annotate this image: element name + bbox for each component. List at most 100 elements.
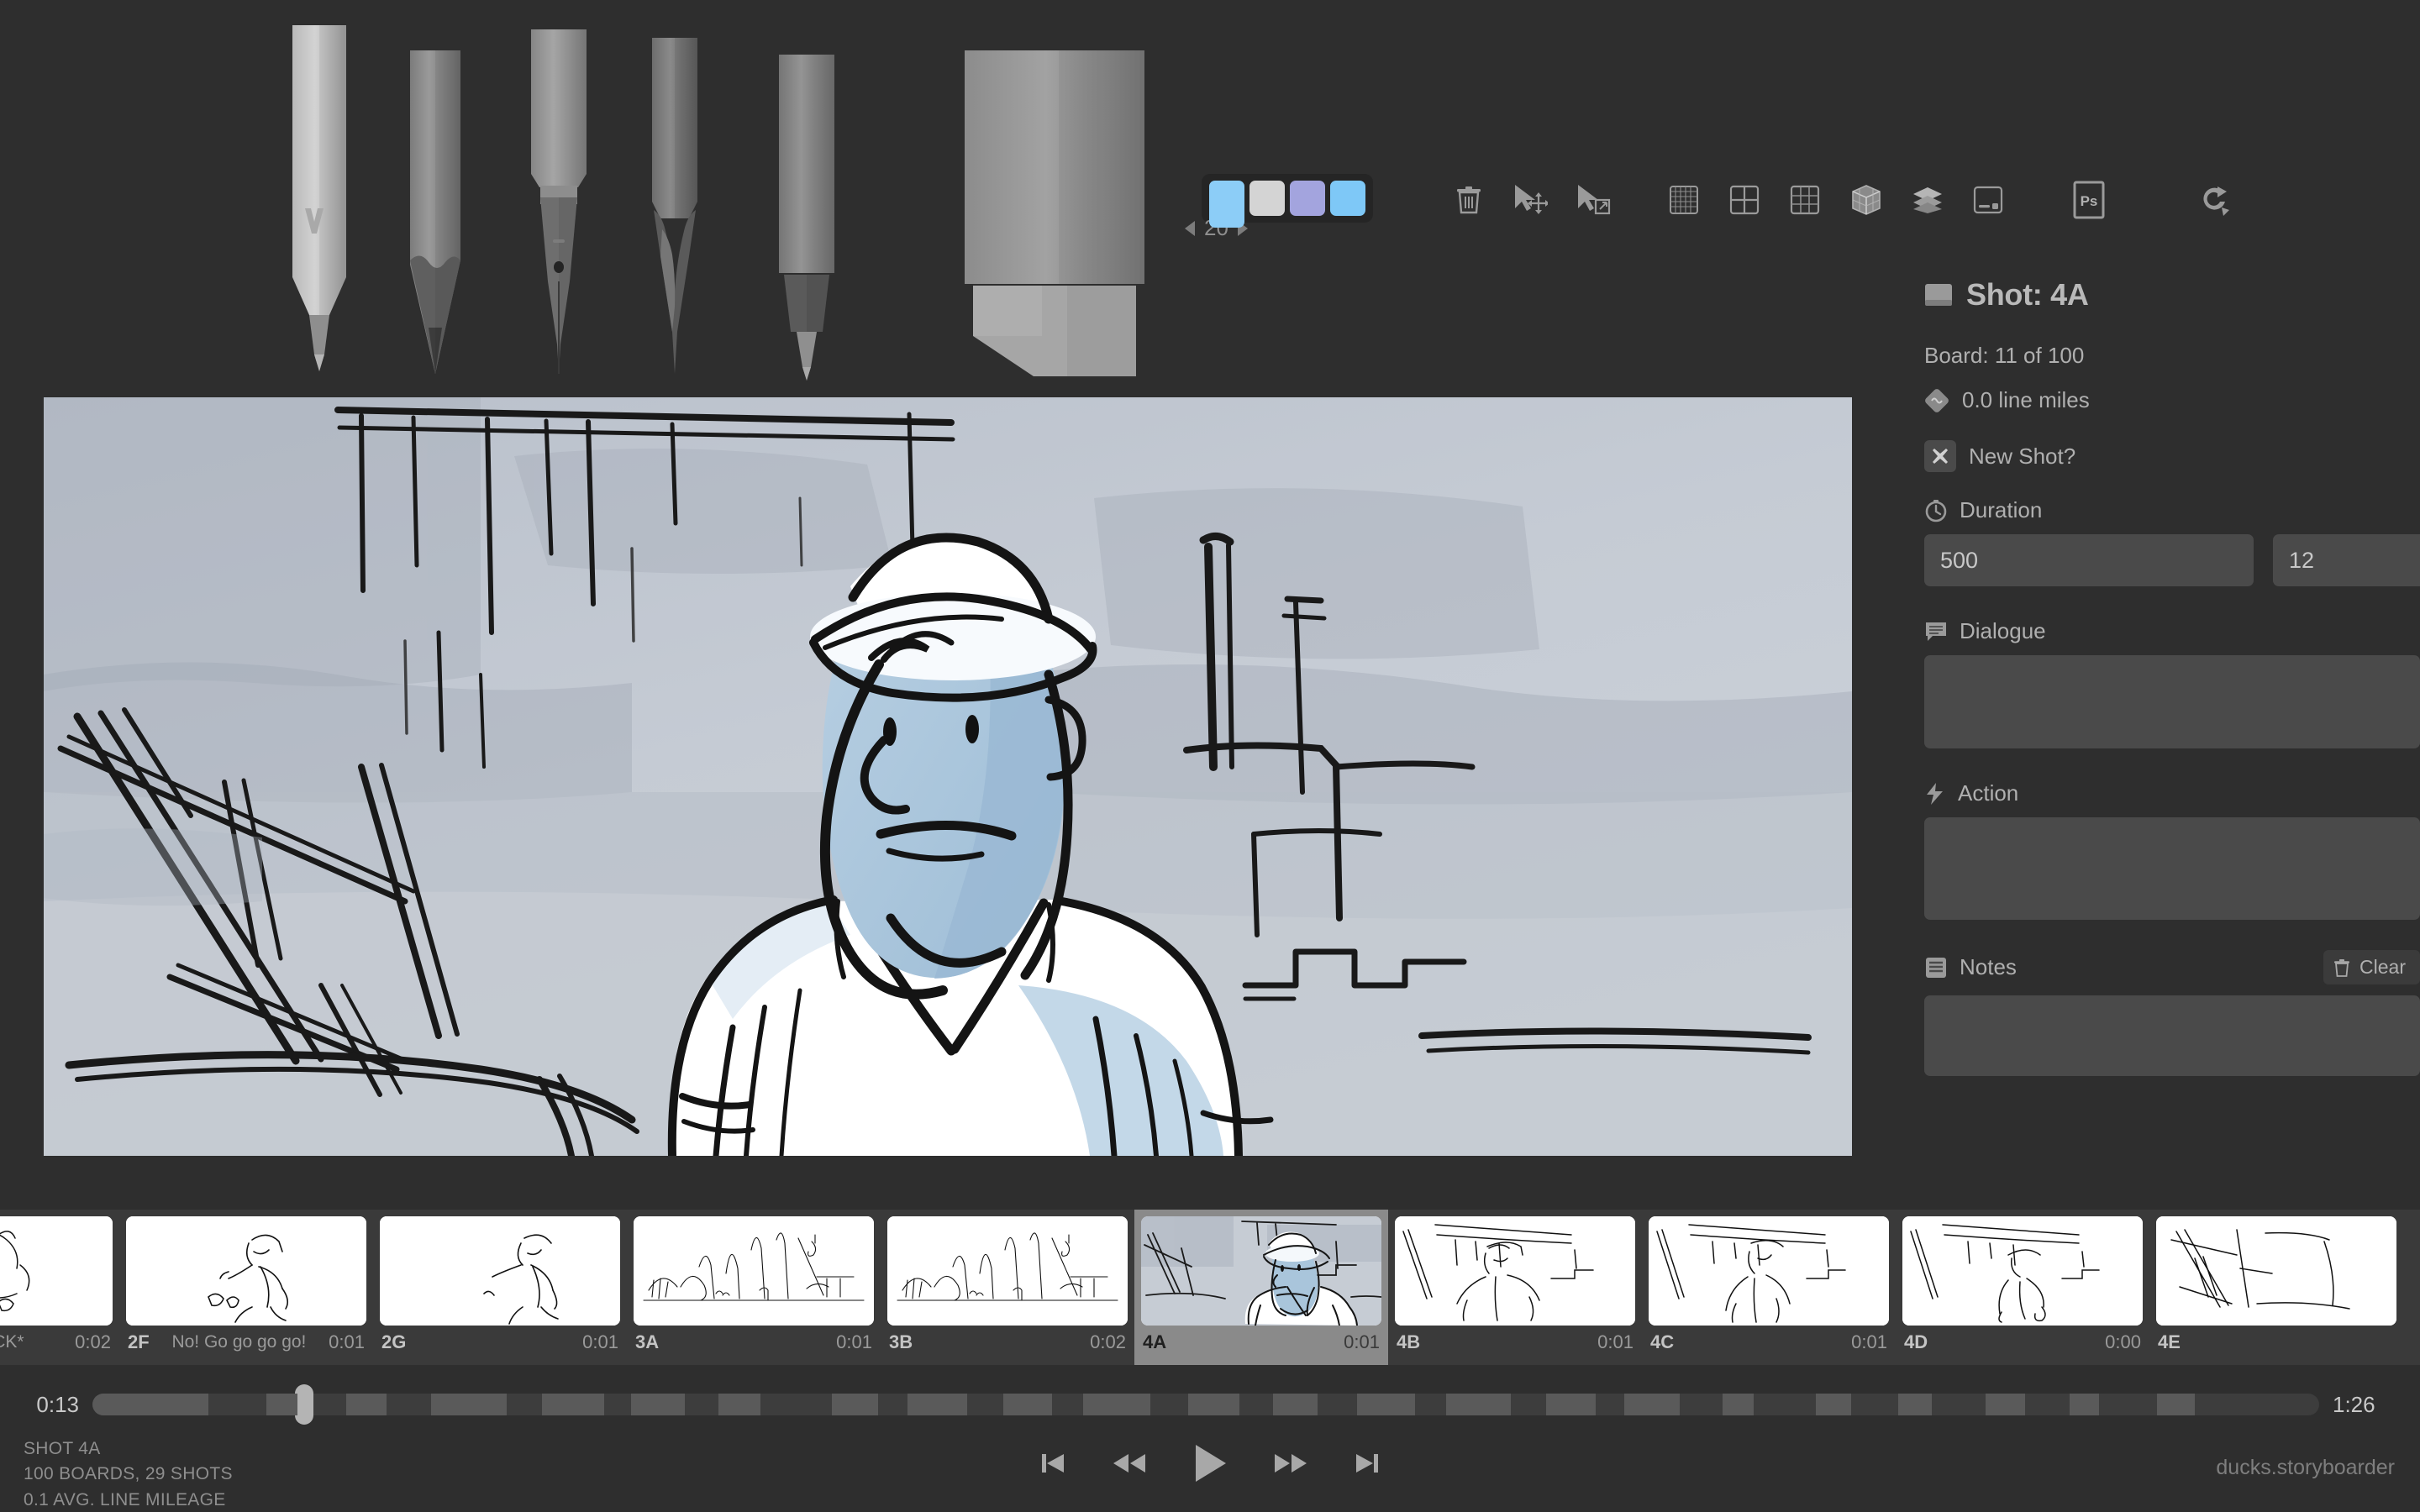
- grid-guide-button[interactable]: [1662, 178, 1706, 222]
- scrubber-shot-segment: [1446, 1394, 1512, 1415]
- shot-title-row: Shot: 4A: [1924, 277, 2420, 312]
- board-thumbnail-duration: 0:01: [1597, 1331, 1634, 1352]
- photoshop-button[interactable]: Ps: [2067, 178, 2111, 222]
- notes-label-row: Notes: [1924, 954, 2017, 980]
- board-thumbnail-meta: 4E: [2156, 1326, 2396, 1353]
- board-thumbnail-caption: *QUACK*: [0, 1332, 24, 1352]
- dialogue-label-row: Dialogue: [1924, 618, 2420, 644]
- board-thumbnail-meta: 2G 0:01: [380, 1326, 620, 1353]
- board-thumbnail-4d[interactable]: 4D 0:00: [1896, 1210, 2149, 1365]
- board-thumbnail-3a[interactable]: 3A 0:01: [627, 1210, 881, 1365]
- trash-icon: [2334, 958, 2350, 977]
- new-shot-checkbox[interactable]: [1924, 440, 1956, 472]
- board-thumbnail-id: 4D: [1904, 1331, 1928, 1352]
- move-selection-button[interactable]: [1508, 178, 1552, 222]
- duration-ms-input[interactable]: [1924, 534, 2254, 586]
- playhead-handle[interactable]: [294, 1384, 313, 1425]
- board-thumbnail-4e[interactable]: 4E: [2149, 1210, 2403, 1365]
- board-thumbnail-4a[interactable]: 4A 0:01: [1134, 1210, 1388, 1365]
- scrubber-shot-segment: [1722, 1394, 1754, 1415]
- board-thumbnail-image: [1649, 1216, 1889, 1326]
- skip-to-start-button[interactable]: [1038, 1448, 1068, 1478]
- scrubber-shot-segment: [1083, 1394, 1150, 1415]
- scrubber-shot-segment: [907, 1394, 968, 1415]
- board-thumbnail-duration: 0:02: [1090, 1331, 1126, 1352]
- board-thumbnail-id: 3A: [635, 1331, 660, 1352]
- swatch-blue-active[interactable]: [1209, 181, 1244, 228]
- action-bolt-icon: [1927, 782, 1943, 805]
- board-thumbnail-4b[interactable]: 4B 0:01: [1388, 1210, 1642, 1365]
- captions-button[interactable]: [1966, 178, 2010, 222]
- fast-forward-button[interactable]: [1273, 1450, 1308, 1477]
- board-thumbnail-meta: 4C 0:01: [1649, 1326, 1889, 1353]
- board-thumbnail-id: 4B: [1397, 1331, 1421, 1352]
- cube-icon: [1852, 185, 1881, 215]
- action-label-row: Action: [1924, 780, 2420, 806]
- board-thumbnail-duration: 0:01: [582, 1331, 618, 1352]
- svg-text:Ps: Ps: [2081, 193, 2098, 209]
- light-pencil-tool[interactable]: [277, 25, 361, 386]
- rotate-reset-icon: [2203, 186, 2229, 216]
- board-thumbnail-id: 4E: [2158, 1331, 2181, 1352]
- thirds-guide-button[interactable]: [1783, 178, 1827, 222]
- board-thumbnail-2e[interactable]: 2E*QUACK*0:02: [0, 1210, 119, 1365]
- duration-frames-input[interactable]: [2273, 534, 2420, 586]
- board-thumbnail-4c[interactable]: 4C 0:01: [1642, 1210, 1896, 1365]
- pencil-tool[interactable]: [393, 50, 477, 386]
- scrubber-shot-segment: [1002, 1394, 1053, 1415]
- skip-to-end-button[interactable]: [1352, 1448, 1382, 1478]
- delete-button[interactable]: [1447, 178, 1491, 222]
- board-thumbnail-3b[interactable]: 3B 0:02: [881, 1210, 1134, 1365]
- brush-size-decrease-icon[interactable]: [1185, 220, 1195, 236]
- eraser-tool[interactable]: [958, 50, 1151, 386]
- color-palette: [1202, 174, 1373, 228]
- notes-input[interactable]: [1924, 995, 2420, 1076]
- brush-tool[interactable]: [629, 38, 721, 386]
- board-thumbnail-id: 4A: [1143, 1331, 1167, 1352]
- scrubber-shot-segment: [1546, 1394, 1596, 1415]
- board-thumbnail-meta: 3B 0:02: [887, 1326, 1128, 1353]
- board-thumbnail-id: 2F: [128, 1331, 150, 1352]
- clear-notes-button[interactable]: Clear: [2323, 950, 2420, 984]
- skip-to-start-icon: [1042, 1454, 1064, 1473]
- board-thumbnail-2f[interactable]: 2F No! Go go go go! 0:01: [119, 1210, 373, 1365]
- scrubber-shot-segment: [1187, 1394, 1239, 1415]
- swatch-lavender[interactable]: [1290, 181, 1325, 216]
- swatch-sky[interactable]: [1330, 181, 1365, 216]
- scale-selection-button[interactable]: [1571, 178, 1615, 222]
- trash-icon: [1457, 186, 1481, 214]
- board-thumbnail-duration: 0:01: [1344, 1331, 1380, 1352]
- board-thumbnail-2g[interactable]: 2G 0:01: [373, 1210, 627, 1365]
- onion-skin-button[interactable]: [1906, 178, 1949, 222]
- play-button[interactable]: [1191, 1442, 1229, 1484]
- board-thumbnail-caption: No! Go go go go!: [171, 1332, 307, 1352]
- perspective-guide-button[interactable]: [1844, 178, 1888, 222]
- scrubber-shot-segment: [2070, 1394, 2099, 1415]
- scrubber-track[interactable]: [92, 1384, 2319, 1425]
- board-thumbnail-id: 2G: [381, 1331, 407, 1352]
- scrubber-shot-segment: [1357, 1394, 1416, 1415]
- board-thumbnail-strip[interactable]: 2E*QUACK*0:02 2F No! Go go go go! 0:01: [0, 1210, 2420, 1365]
- pen-tool[interactable]: [513, 29, 605, 386]
- swatch-white[interactable]: [1249, 181, 1285, 216]
- center-guide-button[interactable]: [1723, 178, 1766, 222]
- note-pen-tool[interactable]: [760, 55, 853, 386]
- board-thumbnail-image: [1902, 1216, 2143, 1326]
- board-thumbnail-meta: 4D 0:00: [1902, 1326, 2143, 1353]
- reset-view-button[interactable]: [2193, 178, 2237, 222]
- duration-label: Duration: [1960, 497, 2043, 522]
- new-shot-row[interactable]: New Shot?: [1924, 440, 2420, 472]
- board-canvas[interactable]: [44, 397, 1852, 1156]
- board-thumbnail-image: [2156, 1216, 2396, 1326]
- dialogue-input[interactable]: [1924, 655, 2420, 748]
- rewind-button[interactable]: [1112, 1450, 1147, 1477]
- board-counter: Board: 11 of 100: [1924, 343, 2085, 368]
- board-thumbnail-image: [126, 1216, 366, 1326]
- timeline-scrubber[interactable]: 0:13 1:26: [0, 1384, 2420, 1425]
- scrubber-shot-segment: [430, 1394, 507, 1415]
- board-thumbnail-image: [887, 1216, 1128, 1326]
- board-thumbnail-duration: 0:01: [1851, 1331, 1887, 1352]
- scrubber-shot-segment: [2156, 1394, 2195, 1415]
- layers-icon: [1913, 187, 1942, 213]
- action-input[interactable]: [1924, 817, 2420, 920]
